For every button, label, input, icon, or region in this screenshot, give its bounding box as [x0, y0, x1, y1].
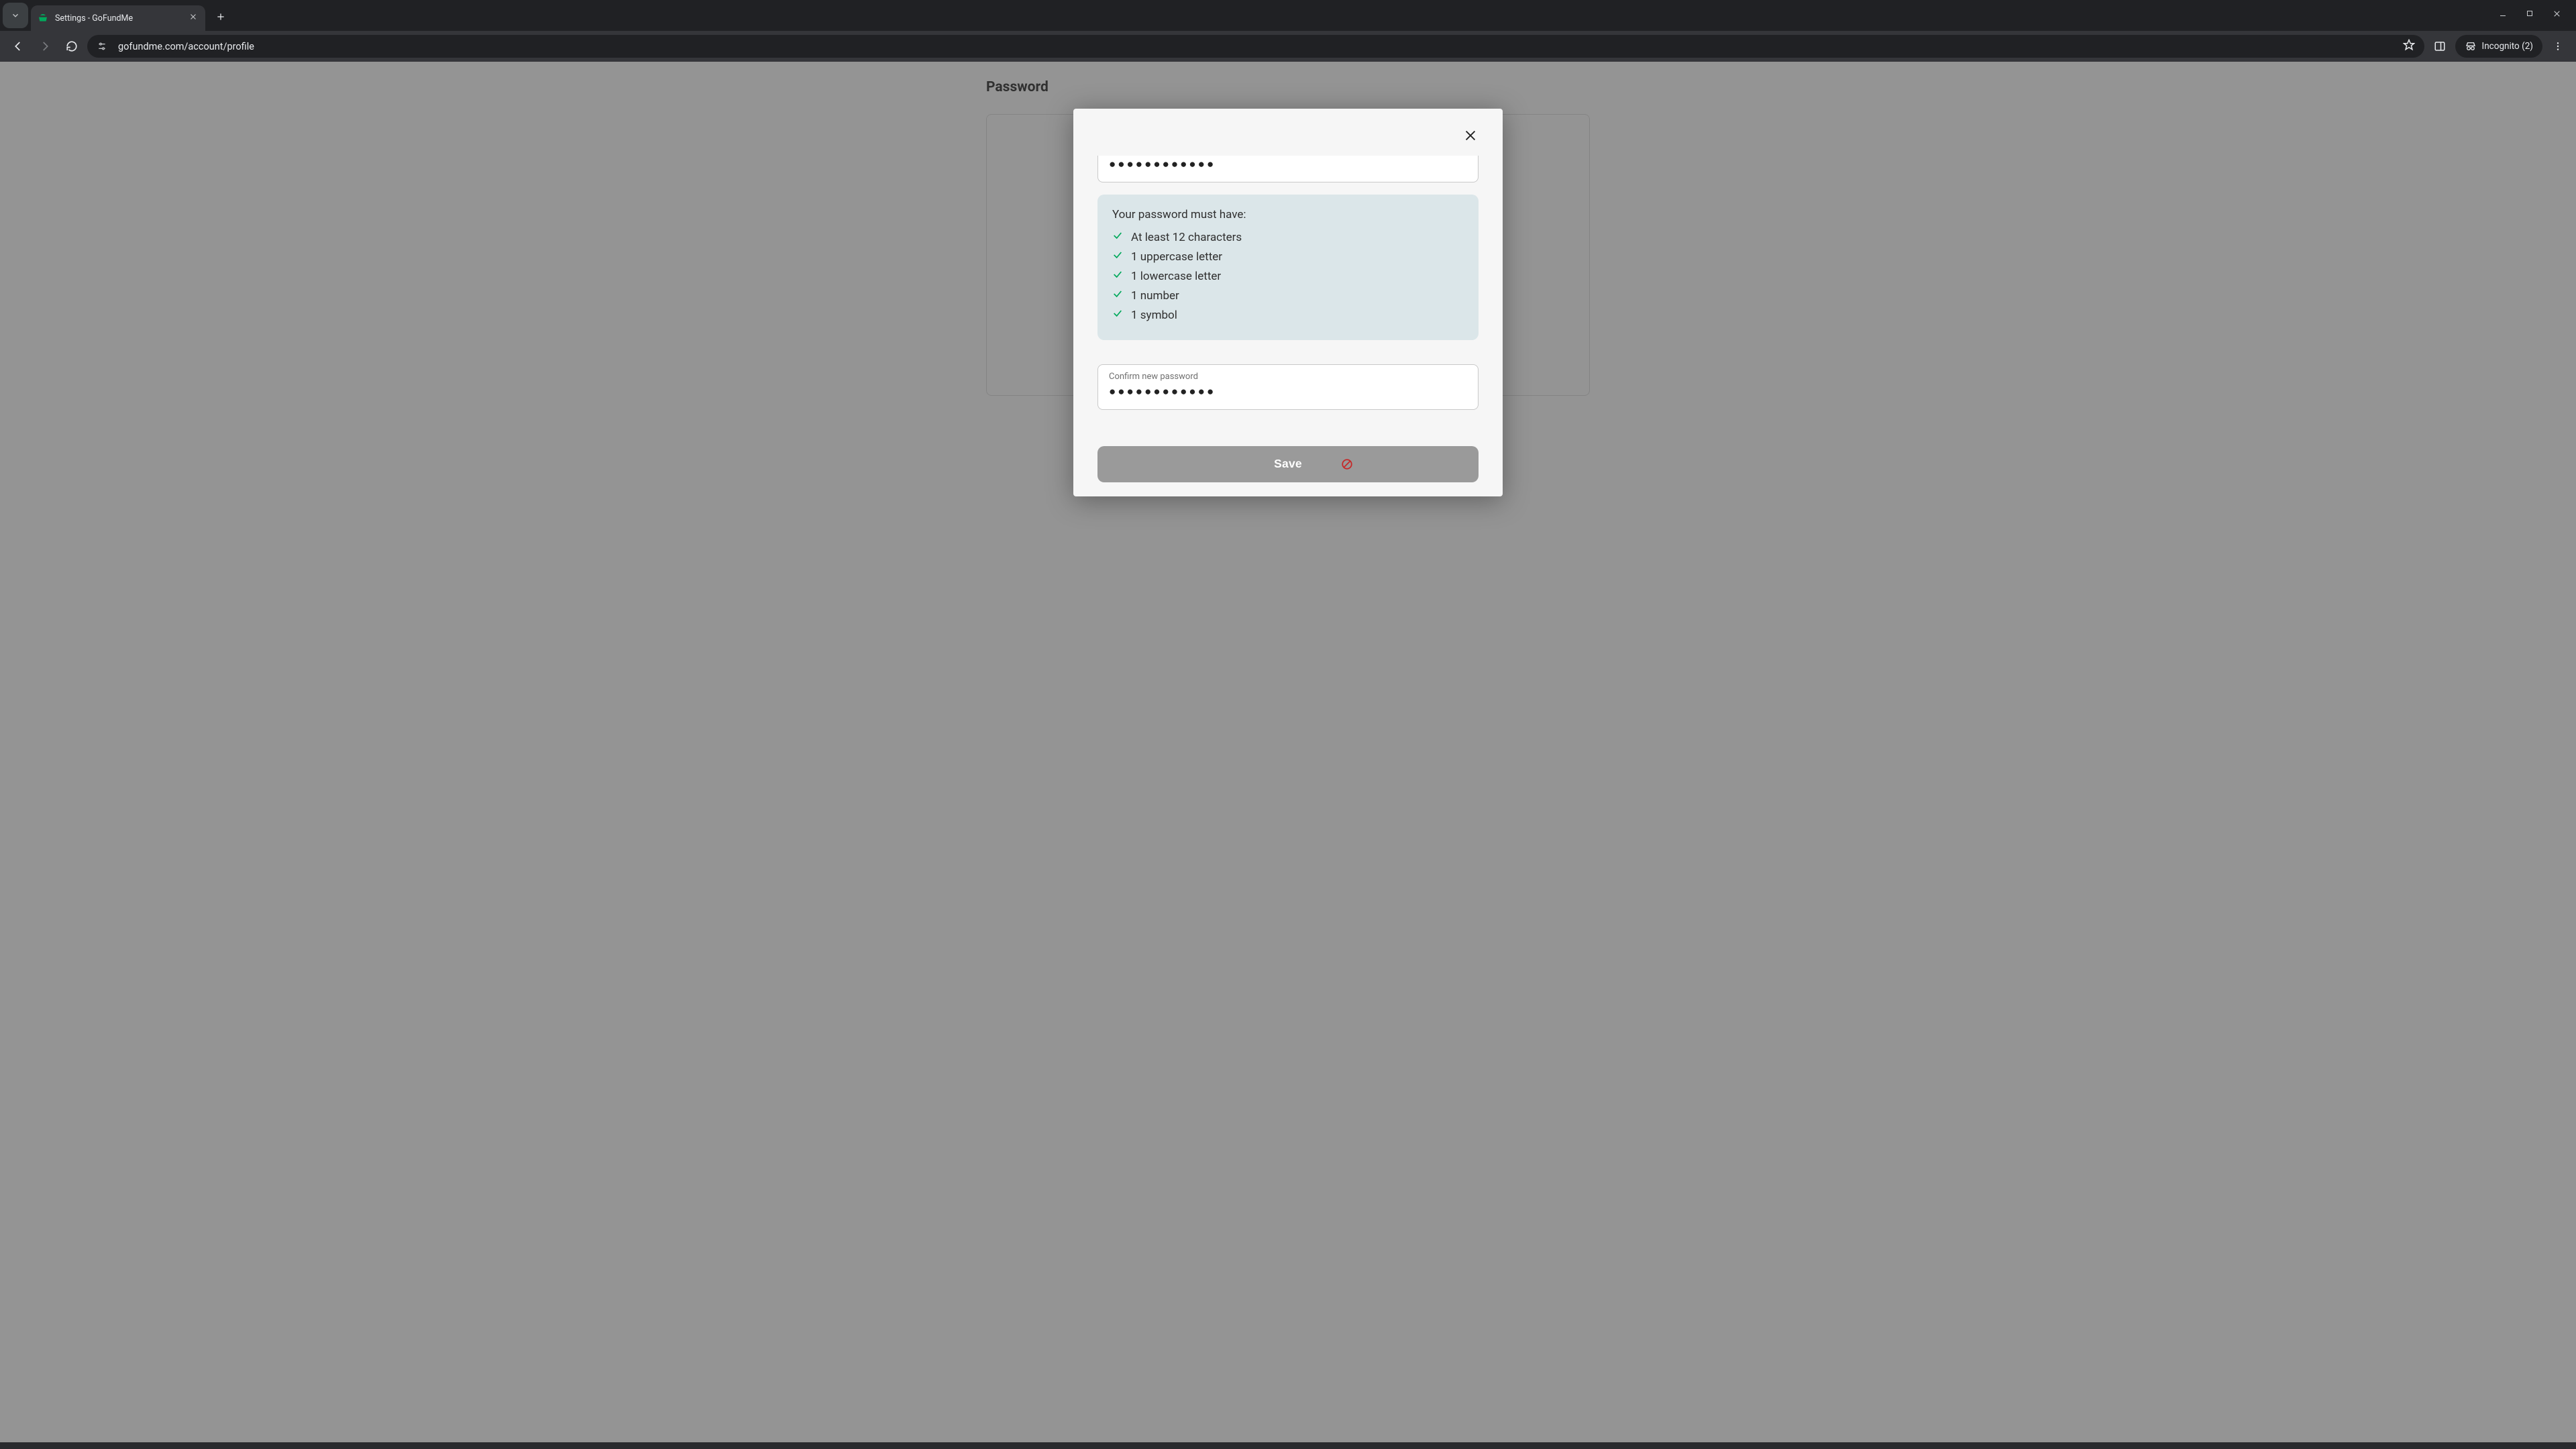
check-icon [1112, 267, 1124, 286]
save-button[interactable]: Save [1097, 446, 1479, 482]
back-button[interactable] [7, 35, 30, 58]
password-requirement-text: 1 uppercase letter [1131, 248, 1222, 267]
bookmark-button[interactable] [2403, 39, 2415, 54]
arrow-right-icon [39, 40, 51, 52]
close-window-button[interactable] [2553, 9, 2561, 21]
reload-button[interactable] [60, 35, 83, 58]
confirm-password-label: Confirm new password [1109, 372, 1467, 382]
password-requirement-text: 1 lowercase letter [1131, 267, 1221, 286]
close-icon [1463, 128, 1478, 143]
password-requirement: 1 lowercase letter [1112, 267, 1464, 286]
confirm-password-value: ●●●●●●●●●●●● [1109, 383, 1467, 401]
gofundme-favicon-icon [38, 13, 48, 23]
tune-icon [97, 41, 107, 52]
chevron-down-icon [11, 11, 20, 20]
window-controls [2499, 0, 2576, 21]
maximize-button[interactable] [2526, 9, 2534, 21]
password-requirements-title: Your password must have: [1112, 208, 1464, 221]
incognito-label: Incognito (2) [2482, 41, 2533, 52]
check-icon [1112, 306, 1124, 325]
password-requirement: 1 number [1112, 286, 1464, 306]
browser-tab[interactable]: Settings - GoFundMe [31, 5, 205, 31]
arrow-left-icon [12, 40, 24, 52]
close-icon [2553, 9, 2561, 18]
browser-tabstrip: Settings - GoFundMe [0, 0, 2576, 31]
modal-scroll-area[interactable]: ●●●●●●●●●●●● Your password must have: At… [1073, 156, 1503, 496]
password-requirement: At least 12 characters [1112, 228, 1464, 248]
password-requirement: 1 symbol [1112, 306, 1464, 325]
not-allowed-cursor-icon [1341, 458, 1353, 470]
tab-title: Settings - GoFundMe [55, 13, 133, 23]
address-bar[interactable]: gofundme.com/account/profile [87, 35, 2424, 58]
minimize-button[interactable] [2499, 9, 2507, 21]
password-requirements-card: Your password must have: At least 12 cha… [1097, 195, 1479, 339]
password-requirement-text: 1 symbol [1131, 306, 1177, 325]
browser-toolbar: gofundme.com/account/profile Incognito (… [0, 31, 2576, 62]
forward-button[interactable] [34, 35, 56, 58]
panel-icon [2434, 40, 2446, 52]
confirm-password-field[interactable]: Confirm new password ●●●●●●●●●●●● [1097, 364, 1479, 410]
new-tab-button[interactable] [211, 7, 231, 27]
reload-icon [66, 40, 78, 52]
incognito-indicator[interactable]: Incognito (2) [2455, 35, 2542, 58]
star-icon [2403, 39, 2415, 51]
maximize-icon [2526, 9, 2534, 17]
new-password-field[interactable]: ●●●●●●●●●●●● [1097, 156, 1479, 182]
plus-icon [216, 12, 225, 21]
password-requirement-text: 1 number [1131, 286, 1179, 306]
new-password-value: ●●●●●●●●●●●● [1109, 156, 1467, 174]
kebab-icon [2553, 41, 2563, 52]
site-info-button[interactable] [94, 38, 110, 54]
save-button-label: Save [1274, 457, 1302, 471]
password-requirement-text: At least 12 characters [1131, 228, 1242, 248]
tab-close-button[interactable] [189, 13, 197, 23]
check-icon [1112, 286, 1124, 306]
status-bar [0, 1442, 2576, 1449]
chrome-menu-button[interactable] [2546, 35, 2569, 58]
password-requirement: 1 uppercase letter [1112, 248, 1464, 267]
minimize-icon [2499, 9, 2507, 17]
tabs-dropdown-button[interactable] [3, 3, 28, 28]
url-text: gofundme.com/account/profile [118, 41, 2395, 52]
check-icon [1112, 228, 1124, 248]
check-icon [1112, 248, 1124, 267]
modal-close-button[interactable] [1457, 122, 1484, 149]
change-password-modal: ●●●●●●●●●●●● Your password must have: At… [1073, 109, 1503, 496]
incognito-icon [2465, 40, 2477, 52]
reader-mode-button[interactable] [2428, 35, 2451, 58]
close-icon [189, 13, 197, 21]
